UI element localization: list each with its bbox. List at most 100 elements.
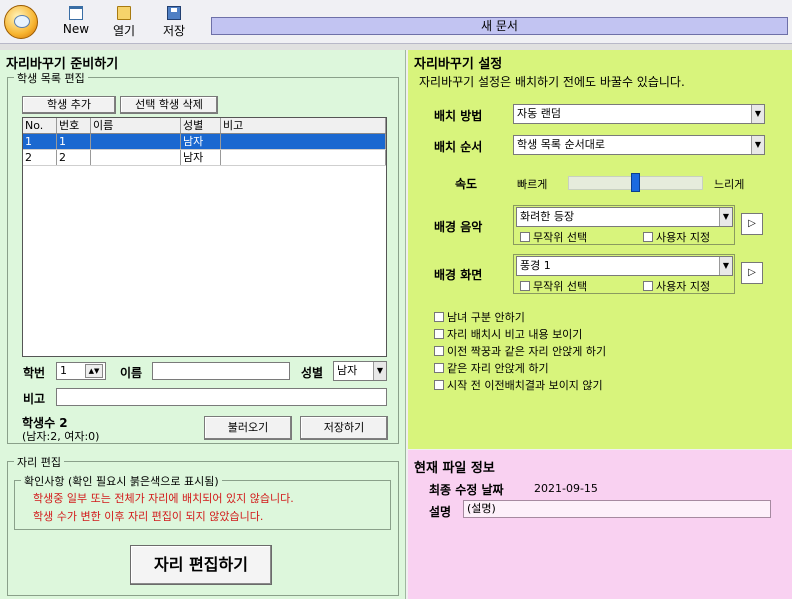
background-music-select[interactable]: 화려한 등장 ▼ — [516, 207, 733, 227]
app-logo-icon[interactable] — [4, 5, 38, 39]
background-screen-value: 풍경 1 — [520, 259, 551, 272]
dropdown-arrow-icon[interactable]: ▼ — [751, 105, 764, 123]
cell-name — [91, 134, 181, 149]
option-checkbox-no-gender-split[interactable]: 남녀 구분 안하기 — [434, 309, 525, 325]
column-header-name[interactable]: 이름 — [91, 118, 181, 133]
student-count-detail: (남자:2, 여자:0) — [22, 430, 100, 443]
checkbox-icon — [434, 312, 444, 322]
open-button-label: 열기 — [112, 24, 136, 38]
screen-user-label: 사용자 지정 — [656, 280, 711, 293]
cell-gender: 남자 — [181, 134, 221, 149]
cell-no: 2 — [23, 150, 57, 165]
note-label: 비고 — [23, 392, 46, 406]
description-label: 설명 — [429, 505, 452, 519]
table-row[interactable]: 1 1 남자 — [23, 134, 386, 150]
arrangement-method-select[interactable]: 자동 랜덤 ▼ — [513, 104, 765, 124]
cell-number: 1 — [57, 134, 91, 149]
spin-arrows-icon[interactable]: ▲▼ — [85, 364, 103, 378]
background-music-label: 배경 음악 — [434, 220, 483, 234]
name-input[interactable] — [152, 362, 290, 380]
option-checkbox-show-note[interactable]: 자리 배치시 비고 내용 보이기 — [434, 326, 582, 342]
save-button-label: 저장 — [162, 24, 186, 38]
gender-label: 성별 — [301, 366, 324, 380]
checkbox-icon — [520, 232, 530, 242]
checkbox-icon — [643, 281, 653, 291]
arrangement-method-value: 자동 랜덤 — [517, 107, 561, 120]
dropdown-arrow-icon[interactable]: ▼ — [751, 136, 764, 154]
warning-message: 학생 수가 변한 이후 자리 편집이 되지 않았습니다. — [33, 510, 264, 523]
save-button[interactable]: 저장 — [154, 4, 194, 42]
checkbox-icon — [643, 232, 653, 242]
student-number-label: 학번 — [23, 366, 46, 380]
background-screen-select[interactable]: 풍경 1 ▼ — [516, 256, 733, 276]
delete-selected-student-button[interactable]: 선택 학생 삭제 — [120, 96, 218, 114]
speed-slider-thumb[interactable] — [631, 173, 640, 192]
warning-message: 학생중 일부 또는 전체가 자리에 배치되어 있지 않습니다. — [33, 492, 294, 505]
play-music-icon[interactable]: ▷ — [741, 213, 763, 235]
arrangement-order-value: 학생 목록 순서대로 — [517, 138, 605, 151]
dropdown-arrow-icon[interactable]: ▼ — [719, 208, 732, 226]
arrangement-method-label: 배치 방법 — [434, 109, 483, 123]
add-student-button[interactable]: 학생 추가 — [22, 96, 116, 114]
new-button-label: New — [62, 22, 90, 36]
save-list-button[interactable]: 저장하기 — [300, 416, 388, 440]
open-button[interactable]: 열기 — [104, 4, 144, 42]
option-label: 자리 배치시 비고 내용 보이기 — [447, 328, 583, 341]
music-random-checkbox[interactable]: 무작위 선택 — [520, 229, 587, 245]
description-input[interactable]: (설명) — [463, 500, 771, 518]
column-header-gender[interactable]: 성별 — [181, 118, 221, 133]
student-list-group-label: 학생 목록 편집 — [14, 70, 88, 86]
checkbox-icon — [434, 329, 444, 339]
open-folder-icon — [117, 6, 131, 20]
load-button[interactable]: 불러오기 — [204, 416, 292, 440]
screen-random-checkbox[interactable]: 무작위 선택 — [520, 278, 587, 294]
note-input[interactable] — [56, 388, 387, 406]
dropdown-arrow-icon[interactable]: ▼ — [373, 362, 386, 380]
file-info-title: 현재 파일 정보 — [414, 461, 495, 476]
option-checkbox-avoid-same-seat[interactable]: 같은 자리 안앉게 하기 — [434, 360, 549, 376]
toolbar: New 열기 저장 새 문서 — [0, 0, 792, 44]
screen-random-label: 무작위 선택 — [533, 280, 588, 293]
checkbox-icon — [434, 363, 444, 373]
option-checkbox-avoid-previous-partner[interactable]: 이전 짝꿍과 같은 자리 안앉게 하기 — [434, 343, 606, 359]
preview-screen-icon[interactable]: ▷ — [741, 262, 763, 284]
student-list-header: No. 번호 이름 성별 비고 — [23, 118, 386, 134]
speed-label: 속도 — [455, 177, 478, 191]
arrangement-order-select[interactable]: 학생 목록 순서대로 ▼ — [513, 135, 765, 155]
cell-no: 1 — [23, 134, 57, 149]
option-checkbox-hide-previous-result[interactable]: 시작 전 이전배치결과 보이지 않기 — [434, 377, 603, 393]
student-list[interactable]: No. 번호 이름 성별 비고 1 1 남자 2 2 남자 — [22, 117, 387, 357]
table-row[interactable]: 2 2 남자 — [23, 150, 386, 166]
edit-seats-button[interactable]: 자리 편집하기 — [130, 545, 272, 585]
cell-name — [91, 150, 181, 165]
settings-title: 자리바꾸기 설정 — [414, 57, 503, 72]
cell-gender: 남자 — [181, 150, 221, 165]
check-items-group-label: 확인사항 (확인 필요시 붉은색으로 표시됨) — [21, 473, 222, 489]
cell-note — [221, 134, 386, 149]
screen-user-checkbox[interactable]: 사용자 지정 — [643, 278, 710, 294]
seat-edit-group-label: 자리 편집 — [14, 454, 64, 470]
new-button[interactable]: New — [56, 4, 96, 42]
checkbox-icon — [434, 346, 444, 356]
gender-select[interactable]: 남자 ▼ — [333, 361, 387, 381]
document-title: 새 문서 — [211, 17, 788, 35]
checkbox-icon — [434, 380, 444, 390]
checkbox-icon — [520, 281, 530, 291]
name-label: 이름 — [120, 366, 143, 380]
modified-date-label: 최종 수정 날짜 — [429, 483, 504, 497]
settings-subtitle: 자리바꾸기 설정은 배치하기 전에도 바꿀수 있습니다. — [419, 75, 685, 89]
save-disk-icon — [167, 6, 181, 20]
arrangement-order-label: 배치 순서 — [434, 140, 483, 154]
music-random-label: 무작위 선택 — [533, 231, 588, 244]
background-screen-label: 배경 화면 — [434, 268, 483, 282]
column-header-number[interactable]: 번호 — [57, 118, 91, 133]
student-number-stepper[interactable]: 1 ▲▼ — [56, 362, 106, 380]
cell-number: 2 — [57, 150, 91, 165]
column-header-note[interactable]: 비고 — [221, 118, 386, 133]
speed-slow-label: 느리게 — [714, 178, 745, 191]
dropdown-arrow-icon[interactable]: ▼ — [719, 257, 732, 275]
music-user-checkbox[interactable]: 사용자 지정 — [643, 229, 710, 245]
modified-date-value: 2021-09-15 — [534, 482, 598, 495]
gender-select-value: 남자 — [337, 364, 358, 377]
column-header-no[interactable]: No. — [23, 118, 57, 133]
